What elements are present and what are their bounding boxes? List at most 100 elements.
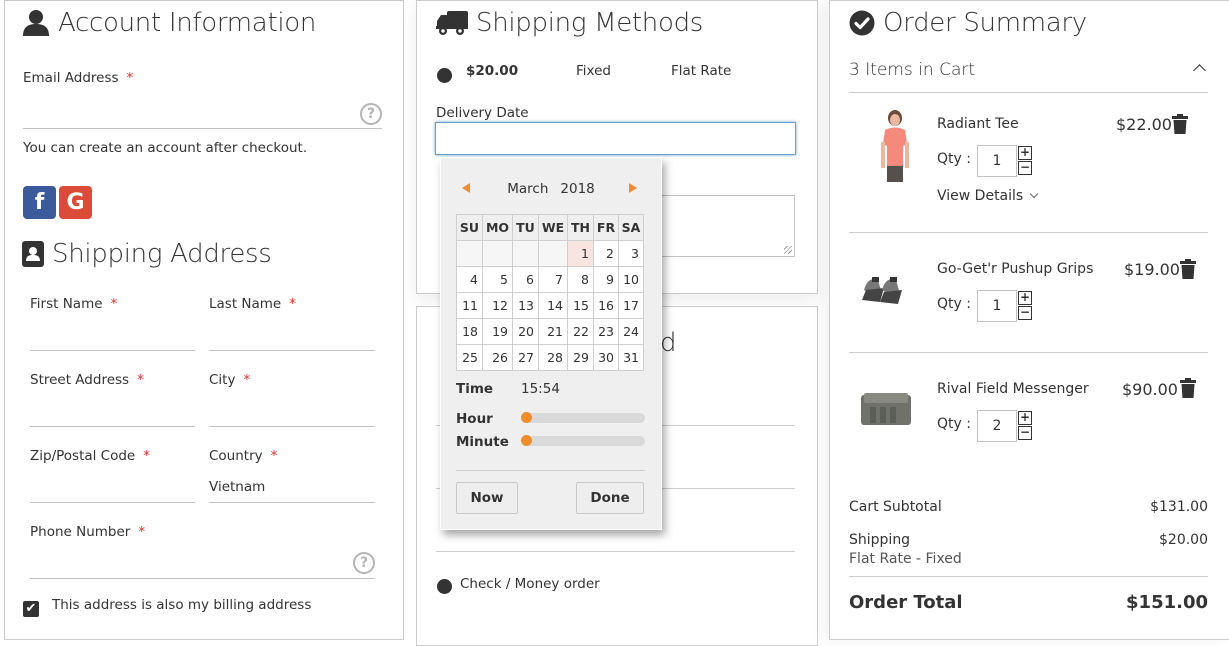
calendar-grid: SU MO TU WE TH FR SA 1 2 3 4 5 6 7 8 9 10 11 12 13 14…	[456, 214, 644, 371]
shipping-option-method: Fixed	[576, 63, 611, 79]
calendar-day[interactable]: 13	[512, 292, 539, 319]
street-address-input[interactable]	[30, 398, 194, 424]
items-in-cart-toggle[interactable]: 3 Items in Cart	[849, 60, 975, 80]
product-name[interactable]: Radiant Tee	[937, 116, 1019, 132]
google-icon: G	[66, 190, 85, 215]
calendar-day[interactable]: 27	[512, 344, 539, 371]
qty-input[interactable]	[977, 410, 1017, 442]
qty-decrease-icon[interactable]: −	[1018, 306, 1032, 320]
payment-option-radio[interactable]	[437, 579, 452, 594]
first-name-input[interactable]	[30, 322, 194, 348]
billing-same-checkbox[interactable]: ✔	[23, 601, 39, 617]
view-details-toggle[interactable]: View Details	[937, 188, 1039, 204]
time-label: Time	[456, 381, 494, 397]
calendar-day[interactable]: 25	[456, 344, 483, 371]
calendar-day[interactable]: 10	[618, 266, 644, 293]
product-name[interactable]: Rival Field Messenger	[937, 381, 1089, 397]
qty-decrease-icon[interactable]: −	[1018, 161, 1032, 175]
calendar-day[interactable]: 24	[618, 318, 644, 345]
calendar-day[interactable]: 12	[482, 292, 513, 319]
qty-input[interactable]	[977, 145, 1017, 177]
country-select[interactable]: Vietnam	[209, 479, 265, 495]
product-price: $90.00	[1122, 380, 1178, 399]
calendar-day[interactable]: 17	[618, 292, 644, 319]
email-input[interactable]	[23, 100, 353, 126]
calendar-day[interactable]: 23	[593, 318, 619, 345]
user-icon	[23, 10, 49, 36]
billing-same-label[interactable]: This address is also my billing address	[52, 597, 311, 613]
phone-label-text: Phone Number	[30, 524, 131, 540]
phone-help-icon[interactable]: ?	[353, 552, 375, 574]
account-information-heading: Account Information	[22, 8, 316, 38]
calendar-day[interactable]: 14	[538, 292, 568, 319]
shipping-option-radio[interactable]	[437, 68, 452, 83]
qty-increase-icon[interactable]: +	[1018, 411, 1032, 425]
calendar-day[interactable]: 7	[538, 266, 568, 293]
hour-slider[interactable]	[521, 412, 645, 423]
hour-label: Hour	[456, 411, 493, 427]
email-label: Email Address *	[23, 70, 133, 86]
city-underline	[209, 426, 375, 427]
google-login-button[interactable]: G	[59, 186, 92, 219]
phone-label: Phone Number *	[30, 524, 145, 540]
calendar-day[interactable]: 19	[482, 318, 513, 345]
minute-slider-handle[interactable]	[521, 435, 532, 446]
hour-slider-handle[interactable]	[521, 412, 532, 423]
calendar-day[interactable]: 2	[593, 240, 619, 267]
calendar-day[interactable]: 4	[456, 266, 483, 293]
calendar-day[interactable]: 5	[482, 266, 513, 293]
weekday-header: FR	[593, 214, 619, 241]
done-button[interactable]: Done	[576, 482, 644, 514]
calendar-day[interactable]: 16	[593, 292, 619, 319]
minute-slider[interactable]	[521, 435, 645, 446]
next-month-icon[interactable]	[629, 183, 637, 193]
calendar-day[interactable]: 30	[593, 344, 619, 371]
last-name-label-text: Last Name	[209, 296, 282, 312]
last-name-input[interactable]	[209, 322, 374, 348]
calendar-day[interactable]: 6	[512, 266, 539, 293]
calendar-day[interactable]: 31	[618, 344, 644, 371]
calendar-day[interactable]: 21	[538, 318, 568, 345]
city-input[interactable]	[209, 398, 374, 424]
product-name[interactable]: Go-Get'r Pushup Grips	[937, 261, 1093, 277]
calendar-day[interactable]: 8	[567, 266, 594, 293]
now-button[interactable]: Now	[456, 482, 518, 514]
calendar-day[interactable]: 9	[593, 266, 619, 293]
address-book-icon	[22, 241, 44, 267]
phone-input[interactable]	[30, 550, 350, 576]
datepicker-year: 2018	[560, 181, 595, 197]
calendar-day[interactable]: 29	[567, 344, 594, 371]
trash-icon[interactable]	[1180, 259, 1196, 279]
qty-increase-icon[interactable]: +	[1018, 146, 1032, 160]
zip-input[interactable]	[30, 474, 194, 500]
weekday-header: SU	[456, 214, 483, 241]
calendar-day[interactable]: 26	[482, 344, 513, 371]
datepicker-popup: March 2018 SU MO TU WE TH FR SA 123456789…	[440, 157, 662, 530]
weekday-header: SA	[618, 214, 644, 241]
calendar-day[interactable]: 20	[512, 318, 539, 345]
last-name-underline	[209, 350, 375, 351]
weekday-header: TH	[567, 214, 594, 241]
calendar-day[interactable]: 1	[567, 240, 594, 267]
qty-increase-icon[interactable]: +	[1018, 291, 1032, 305]
chevron-down-icon	[1029, 189, 1039, 199]
calendar-day[interactable]: 15	[567, 292, 594, 319]
calendar-day[interactable]: 18	[456, 318, 483, 345]
qty-decrease-icon[interactable]: −	[1018, 426, 1032, 440]
delivery-comment-textarea[interactable]	[660, 195, 795, 257]
delivery-date-input[interactable]	[435, 122, 796, 155]
calendar-week-row: 25 26 27 28 29 30 31	[456, 344, 644, 371]
email-help-icon[interactable]: ?	[360, 103, 382, 125]
calendar-day[interactable]: 28	[538, 344, 568, 371]
calendar-day[interactable]: 11	[456, 292, 483, 319]
trash-icon[interactable]	[1180, 378, 1196, 398]
qty-input[interactable]	[977, 290, 1017, 322]
calendar-empty-cell	[538, 240, 568, 267]
country-label: Country *	[209, 448, 277, 464]
calendar-day[interactable]: 3	[618, 240, 644, 267]
calendar-day[interactable]: 22	[567, 318, 594, 345]
facebook-login-button[interactable]: f	[23, 186, 56, 219]
trash-icon[interactable]	[1172, 114, 1188, 134]
resize-handle[interactable]	[784, 246, 792, 254]
cart-divider	[849, 232, 1208, 233]
